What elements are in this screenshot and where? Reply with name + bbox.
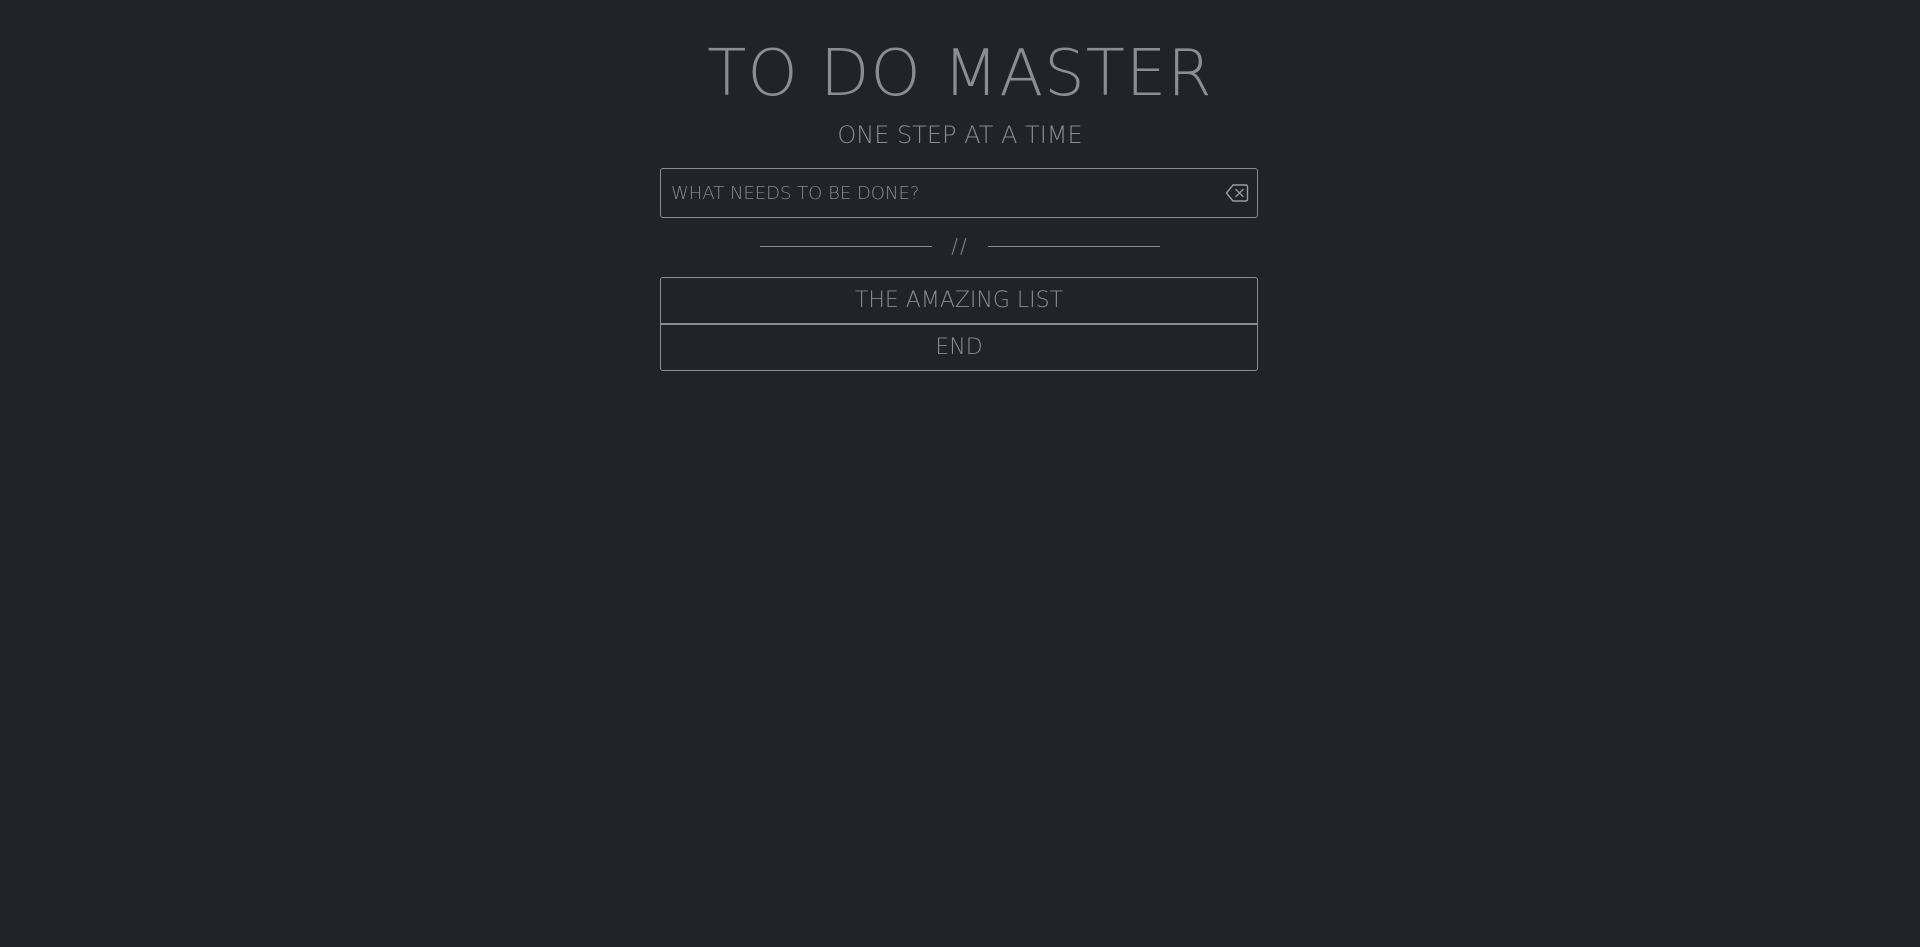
list-item[interactable]: THE AMAZING LIST: [660, 277, 1258, 324]
task-input[interactable]: [661, 169, 1201, 217]
app-title: TO DO MASTER: [707, 37, 1213, 111]
section-divider: //: [760, 232, 1160, 262]
task-input-container: [660, 168, 1258, 218]
app-page: TO DO MASTER ONE STEP AT A TIME // THE A…: [0, 0, 1920, 947]
divider-line-right: [988, 246, 1160, 247]
app-subtitle: ONE STEP AT A TIME: [837, 121, 1083, 149]
todo-list: THE AMAZING LIST END: [660, 277, 1258, 371]
backspace-clear-icon[interactable]: [1225, 181, 1249, 205]
list-item[interactable]: END: [660, 324, 1258, 371]
